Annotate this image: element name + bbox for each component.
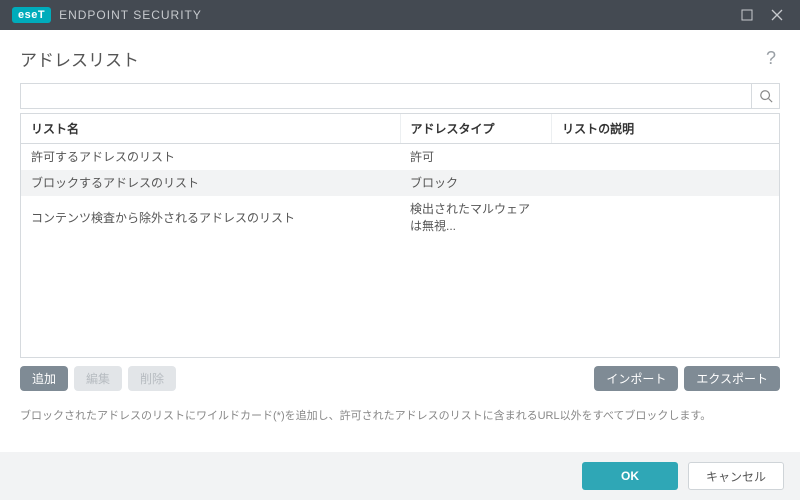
col-header-desc[interactable]: リストの説明 bbox=[552, 114, 779, 144]
table-row[interactable]: コンテンツ検査から除外されるアドレスのリスト 検出されたマルウェアは無視... bbox=[21, 196, 779, 239]
search-icon[interactable] bbox=[751, 84, 779, 108]
cancel-button[interactable]: キャンセル bbox=[688, 462, 784, 490]
col-header-name[interactable]: リスト名 bbox=[21, 114, 400, 144]
brand-text: ENDPOINT SECURITY bbox=[59, 8, 202, 22]
address-list-table: リスト名 アドレスタイプ リストの説明 許可するアドレスのリスト 許可 ブロック… bbox=[20, 113, 780, 358]
table-row[interactable]: 許可するアドレスのリスト 許可 bbox=[21, 144, 779, 170]
help-icon[interactable]: ? bbox=[762, 44, 780, 73]
search-bar bbox=[20, 83, 780, 109]
page-title: アドレスリスト bbox=[20, 46, 762, 71]
edit-button[interactable]: 編集 bbox=[74, 366, 122, 391]
close-button[interactable] bbox=[762, 0, 792, 30]
col-header-type[interactable]: アドレスタイプ bbox=[400, 114, 552, 144]
cell-name: コンテンツ検査から除外されるアドレスのリスト bbox=[21, 196, 400, 239]
add-button[interactable]: 追加 bbox=[20, 366, 68, 391]
cell-desc bbox=[552, 196, 779, 239]
ok-button[interactable]: OK bbox=[582, 462, 678, 490]
header: アドレスリスト ? bbox=[0, 30, 800, 83]
cell-type: 検出されたマルウェアは無視... bbox=[400, 196, 552, 239]
table-row[interactable]: ブロックするアドレスのリスト ブロック bbox=[21, 170, 779, 196]
footer: OK キャンセル bbox=[0, 452, 800, 500]
minimize-button[interactable] bbox=[732, 0, 762, 30]
export-button[interactable]: エクスポート bbox=[684, 366, 780, 391]
cell-desc bbox=[552, 170, 779, 196]
cell-name: ブロックするアドレスのリスト bbox=[21, 170, 400, 196]
titlebar: eseT ENDPOINT SECURITY bbox=[0, 0, 800, 30]
cell-type: ブロック bbox=[400, 170, 552, 196]
toolbar: 追加 編集 削除 インポート エクスポート bbox=[20, 358, 780, 397]
delete-button[interactable]: 削除 bbox=[128, 366, 176, 391]
search-input[interactable] bbox=[21, 84, 751, 108]
cell-type: 許可 bbox=[400, 144, 552, 170]
cell-name: 許可するアドレスのリスト bbox=[21, 144, 400, 170]
brand-badge: eseT bbox=[12, 7, 51, 23]
import-button[interactable]: インポート bbox=[594, 366, 678, 391]
hint-text: ブロックされたアドレスのリストにワイルドカード(*)を追加し、許可されたアドレス… bbox=[0, 397, 800, 423]
cell-desc bbox=[552, 144, 779, 170]
